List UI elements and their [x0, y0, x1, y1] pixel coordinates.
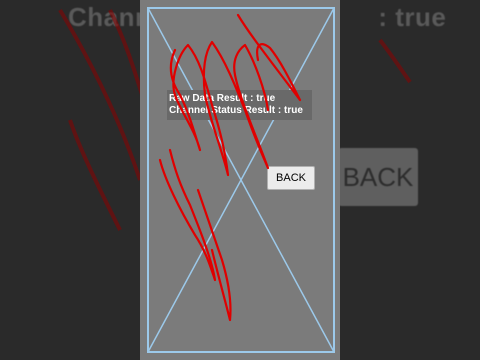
- touch-scribble: [158, 13, 302, 322]
- phone-screen: Raw Data Result : true Channel Status Re…: [140, 0, 340, 360]
- scribble-stroke: [158, 13, 302, 322]
